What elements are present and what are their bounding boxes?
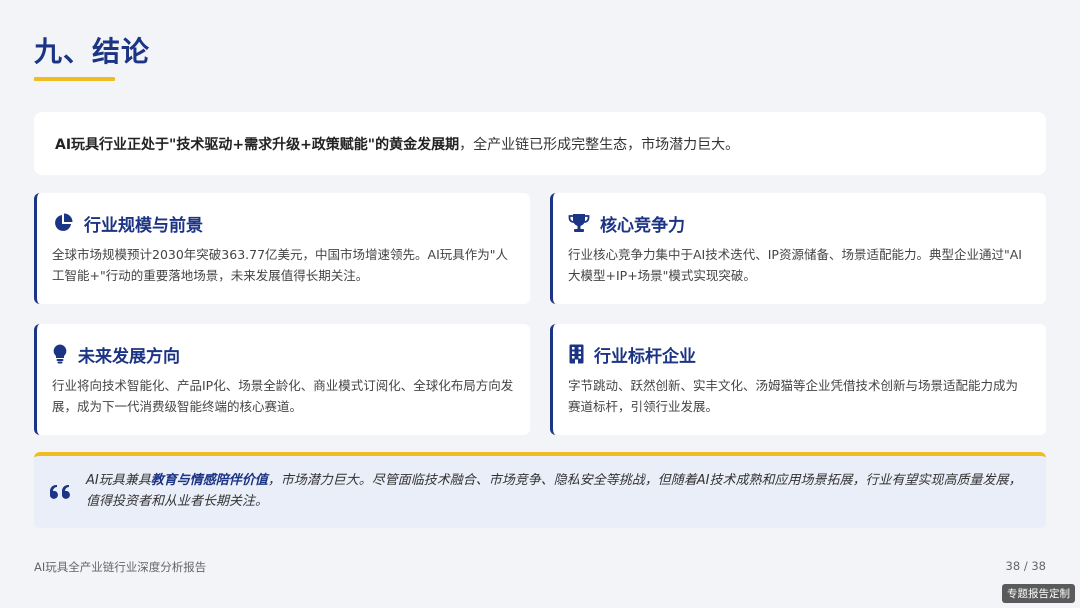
quote-prefix: AI玩具兼具 [86,473,151,488]
card-title: 行业规模与前景 [84,215,203,236]
summary-bold-text: AI玩具行业正处于"技术驱动+需求升级+政策赋能"的黄金发展期 [55,136,460,153]
conclusion-quote-box: AI玩具兼具教育与情感陪伴价值，市场潜力巨大。尽管面临技术融合、市场竞争、隐私安… [34,452,1046,528]
card-body: 行业核心竞争力集中于AI技术迭代、IP资源储备、场景适配能力。典型企业通过"AI… [568,247,1022,283]
card-benchmark-companies: 行业标杆企业 字节跳动、跃然创新、实丰文化、汤姆猫等企业凭借技术创新与场景适配能… [550,324,1046,435]
quote-text: AI玩具兼具教育与情感陪伴价值，市场潜力巨大。尽管面临技术融合、市场竞争、隐私安… [86,470,1026,512]
lightbulb-icon [52,343,68,365]
title-underline [34,77,115,81]
card-title: 行业标杆企业 [594,346,696,367]
quote-emphasis: 教育与情感陪伴价值 [150,473,268,488]
card-body: 全球市场规模预计2030年突破363.77亿美元，中国市场增速领先。AI玩具作为… [52,247,509,283]
building-icon [568,343,584,365]
card-future-direction: 未来发展方向 行业将向技术智能化、产品IP化、场景全龄化、商业模式订阅化、全球化… [34,324,530,435]
quote-icon [49,482,74,504]
summary-box: AI玩具行业正处于"技术驱动+需求升级+政策赋能"的黄金发展期，全产业链已形成完… [34,112,1046,175]
card-industry-scale: 行业规模与前景 全球市场规模预计2030年突破363.77亿美元，中国市场增速领… [34,193,530,304]
pie-chart-icon [52,212,74,234]
footer-page-number: 38 / 38 [1005,559,1046,573]
footer-report-name: AI玩具全产业链行业深度分析报告 [34,560,207,574]
card-title: 核心竞争力 [600,215,685,236]
page-title: 九、结论 [34,35,151,68]
card-title: 未来发展方向 [78,346,180,367]
trophy-icon [568,212,590,234]
card-body: 字节跳动、跃然创新、实丰文化、汤姆猫等企业凭借技术创新与场景适配能力成为赛道标杆… [568,378,1019,414]
card-core-competitiveness: 核心竞争力 行业核心竞争力集中于AI技术迭代、IP资源储备、场景适配能力。典型企… [550,193,1046,304]
watermark-badge[interactable]: 专题报告定制 [1002,584,1075,603]
summary-rest-text: ，全产业链已形成完整生态，市场潜力巨大。 [459,136,740,153]
card-body: 行业将向技术智能化、产品IP化、场景全龄化、商业模式订阅化、全球化布局方向发展，… [52,378,514,414]
